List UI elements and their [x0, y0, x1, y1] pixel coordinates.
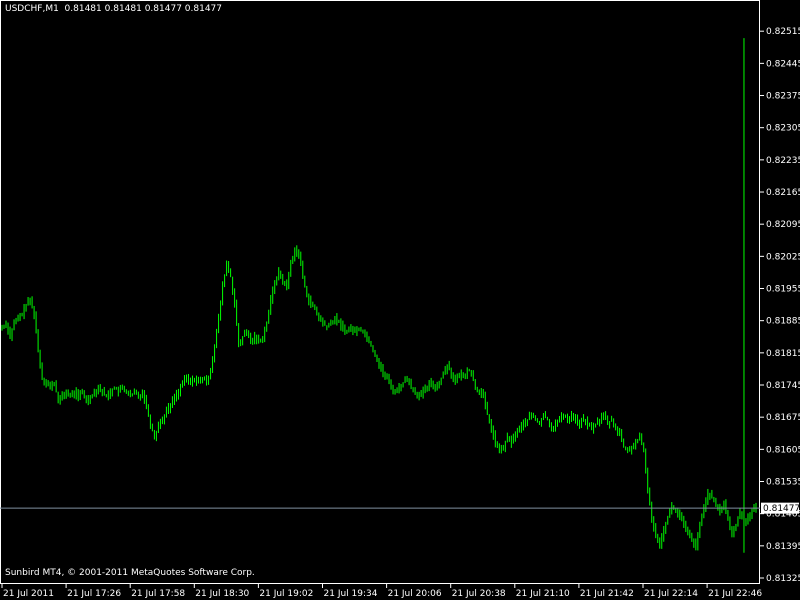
- bid-price-label: 0.81477: [761, 502, 800, 514]
- price-axis: 0.82515 0.82445 0.82375 0.82305 0.82235 0.821…: [760, 27, 800, 584]
- price-tick-label: 0.81675: [766, 413, 800, 423]
- time-tick-label: 21 Jul 19:02: [259, 589, 313, 599]
- plot-frame: [0, 0, 760, 584]
- price-tick-label: 0.82515: [766, 27, 800, 37]
- price-tick-label: 0.81745: [766, 381, 800, 391]
- price-tick-label: 0.82025: [766, 252, 800, 262]
- time-tick-label: 21 Jul 17:58: [131, 589, 185, 599]
- time-tick-label: 21 Jul 2011: [3, 589, 54, 599]
- price-tick-label: 0.81605: [766, 445, 800, 455]
- price-tick-label: 0.82165: [766, 188, 800, 198]
- ohlc-bars: [1, 38, 757, 553]
- price-tick-label: 0.82445: [766, 59, 800, 69]
- price-tick-label: 0.81955: [766, 285, 800, 295]
- time-axis: 21 Jul 2011 21 Jul 17:26 21 Jul 17:58 21 Ju…: [1, 584, 762, 599]
- price-chart[interactable]: 0.82515 0.82445 0.82375 0.82305 0.82235 0.821…: [0, 0, 800, 600]
- time-tick-label: 21 Jul 17:26: [67, 589, 121, 599]
- time-tick-label: 21 Jul 19:34: [324, 589, 378, 599]
- price-tick-label: 0.81535: [766, 478, 800, 488]
- time-tick-label: 21 Jul 18:30: [195, 589, 249, 599]
- time-tick-label: 21 Jul 22:46: [708, 589, 762, 599]
- price-tick-label: 0.82095: [766, 220, 800, 230]
- time-tick-label: 21 Jul 22:14: [644, 589, 698, 599]
- time-tick-label: 21 Jul 21:10: [516, 589, 570, 599]
- price-tick-label: 0.82305: [766, 124, 800, 134]
- price-tick-label: 0.82375: [766, 92, 800, 102]
- price-tick-label: 0.81815: [766, 349, 800, 359]
- copyright-text: Sunbird MT4, © 2001-2011 MetaQuotes Soft…: [5, 568, 255, 578]
- bid-price-text: 0.81477: [763, 504, 800, 514]
- price-tick-label: 0.81885: [766, 317, 800, 327]
- price-tick-label: 0.81395: [766, 542, 800, 552]
- time-tick-label: 21 Jul 20:38: [452, 589, 506, 599]
- price-tick-label: 0.81325: [766, 574, 800, 584]
- time-tick-label: 21 Jul 20:06: [388, 589, 442, 599]
- time-tick-label: 21 Jul 21:42: [580, 589, 634, 599]
- price-tick-label: 0.82235: [766, 156, 800, 166]
